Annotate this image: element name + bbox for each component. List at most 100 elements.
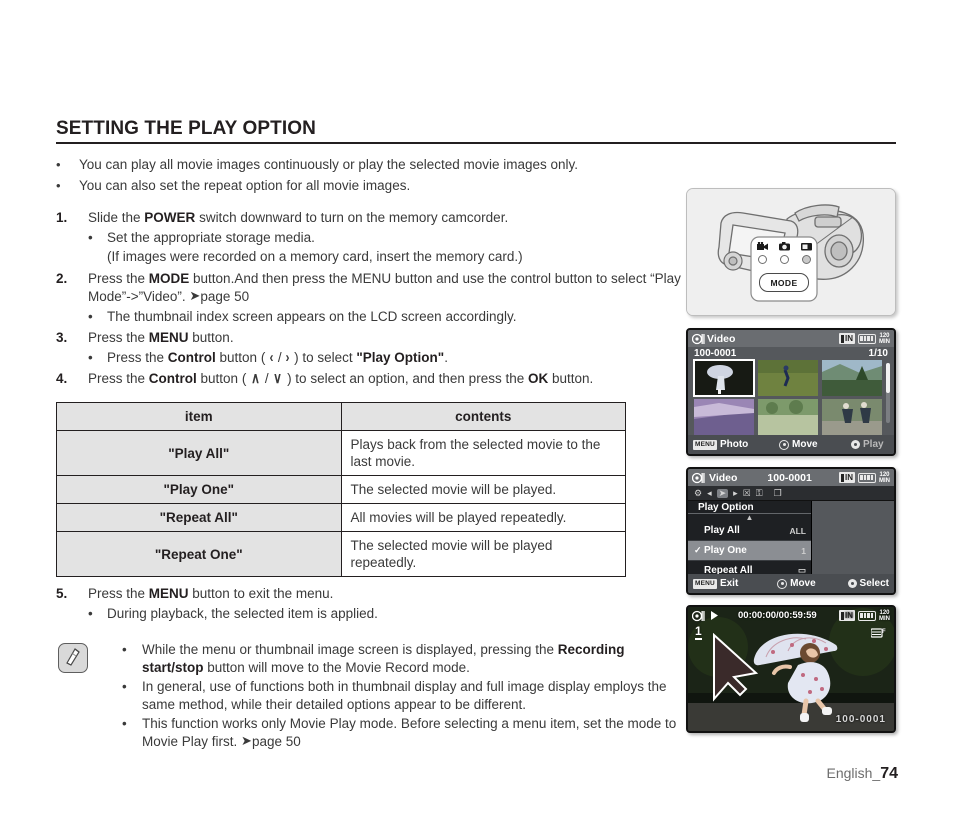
bullet-dot: • <box>122 642 127 657</box>
video-mode-icon <box>692 472 705 483</box>
mode-icon-row <box>751 242 817 251</box>
storage-in-icon: IN <box>839 472 855 483</box>
prev-arrow-icon[interactable]: ◂ <box>707 488 712 498</box>
ok-button-icon <box>847 579 857 588</box>
substep: • The thumbnail index screen appears on … <box>88 308 681 326</box>
ok-button-icon <box>851 440 860 449</box>
thumbnail-item[interactable] <box>694 399 754 435</box>
bullet-dot: • <box>56 178 61 193</box>
thumbnail-item[interactable] <box>693 359 755 397</box>
mode-button[interactable]: MODE <box>759 273 809 292</box>
next-arrow-icon[interactable]: ▸ <box>733 488 738 498</box>
scroll-up-caret-icon[interactable]: ▲ <box>688 514 811 522</box>
menu-item-play-one[interactable]: ✓ Play One 1 <box>688 541 811 561</box>
led-play <box>801 255 811 264</box>
step-text-part: Press the <box>88 271 149 286</box>
play-one-icon: 1 <box>801 545 806 556</box>
ok-keyword: OK <box>527 371 549 386</box>
step-3-substeps: • Press the Control button ( ‹ / › ) to … <box>88 349 681 367</box>
step-text-part: switch downward to turn on the memory ca… <box>195 210 509 225</box>
table-cell-contents: All movies will be played repeatedly. <box>340 503 626 532</box>
bottom-exit-action[interactable]: MENU Exit <box>693 578 777 589</box>
bullet-spacer <box>88 248 107 266</box>
menu-item-play-all[interactable]: Play All ALL <box>688 521 811 541</box>
slash-separator: / <box>261 371 273 386</box>
table-row: "Repeat One" The selected movie will be … <box>56 531 626 577</box>
lcd-playback-screen: 00:00:00/00:59:59 IN 120 MIN 1 F 100-000… <box>686 605 896 733</box>
play-option-menu-list: Play Option ▲ Play All ALL ✓ Play One 1 … <box>688 501 812 589</box>
power-keyword: POWER <box>144 210 196 225</box>
note-text-part: button will move to the Movie Record mod… <box>203 660 470 675</box>
thumbnail-scrollbar-thumb[interactable] <box>886 363 890 393</box>
list-item: • You can also set the repeat option for… <box>56 177 681 194</box>
menu-keyword: MENU <box>148 586 189 601</box>
storage-in-icon: IN <box>839 333 855 344</box>
step-text-part: ) to select an option, and then press th… <box>283 371 528 386</box>
menu-preview-pane <box>812 501 894 574</box>
lcd-thumbnail-screen: Video IN 120 MIN 100-0001 1/10 MENU Phot… <box>686 328 896 456</box>
checkmark-icon: ✓ <box>694 545 702 555</box>
bottom-select-action[interactable]: Select <box>847 578 889 589</box>
menu-item-label: Play One <box>704 545 747 556</box>
led-movie <box>757 255 767 264</box>
step-5-substeps: • During playback, the selected item is … <box>88 605 681 623</box>
manual-page: SETTING THE PLAY OPTION • You can play a… <box>0 0 954 825</box>
battery-icon <box>858 610 876 621</box>
column-header-contents: contents <box>340 402 626 431</box>
menu-keyword: MENU <box>148 330 189 345</box>
page-footer: English_74 <box>827 765 899 783</box>
note-pencil-icon <box>58 643 88 673</box>
play-triangle-icon <box>711 611 718 620</box>
play-option-icon[interactable]: ➤ <box>716 488 729 498</box>
play-screen-icon <box>800 243 812 251</box>
battery-icon <box>858 472 876 483</box>
remaining-minutes: 120 MIN <box>879 332 890 345</box>
right-arrow-icon: › <box>285 349 290 366</box>
substep: (If images were recorded on a memory car… <box>88 248 681 266</box>
folder-label: 100-0001 <box>694 348 737 359</box>
status-icons: IN 120 MIN <box>839 333 890 345</box>
video-mode-icon <box>692 333 705 344</box>
lcd-bottom-bar: MENU Exit Move Select <box>688 574 894 593</box>
intro-bullet-text: You can also set the repeat option for a… <box>79 178 411 193</box>
status-icons: IN 120 MIN <box>839 610 890 622</box>
play-option-table: item contents "Play All" Plays back from… <box>56 402 626 577</box>
lcd-menu-screen: Video 100-0001 IN 120 MIN ⚙ ◂ ➤ ▸ ☒ ⚿ ❐ … <box>686 467 896 595</box>
substep-text-part: Press the <box>107 350 168 365</box>
bullet-dot: • <box>88 230 93 245</box>
delete-trash-icon[interactable]: ☒ <box>743 488 751 498</box>
joystick-icon <box>779 439 789 450</box>
bullet-dot: • <box>122 716 127 731</box>
footer-language: English_ <box>826 765 881 781</box>
page-counter: 1/10 <box>868 348 888 359</box>
settings-gear-icon[interactable]: ⚙ <box>694 488 702 498</box>
play-option-keyword: "Play Option" <box>356 350 445 365</box>
note-text-part: This function works only Movie Play mode… <box>142 716 677 749</box>
step-1: 1. Slide the POWER switch downward to tu… <box>56 209 681 227</box>
thumbnail-item[interactable] <box>758 399 818 435</box>
remaining-minutes: 120 MIN <box>879 609 890 622</box>
step-number: 4. <box>56 371 68 386</box>
bottom-move-action[interactable]: Move <box>777 578 847 589</box>
bottom-play-action[interactable]: Play <box>851 439 889 450</box>
thumbnail-item[interactable] <box>822 360 882 396</box>
bullet-dot: • <box>88 309 93 324</box>
bottom-move-label: Move <box>790 578 816 589</box>
clip-number: 1 <box>695 624 702 640</box>
note-text-part: While the menu or thumbnail image screen… <box>142 642 558 657</box>
protect-lock-icon[interactable]: ⚿ <box>756 488 763 498</box>
playback-status-bar: 00:00:00/00:59:59 IN 120 MIN <box>688 607 894 624</box>
thumbnail-item[interactable] <box>758 360 818 396</box>
status-icons: IN 120 MIN <box>839 472 890 484</box>
timecode: 00:00:00/00:59:59 <box>738 610 817 621</box>
thumbnail-item[interactable] <box>822 399 882 435</box>
note-text: This function works only Movie Play mode… <box>142 715 681 751</box>
table-row: "Play All" Plays back from the selected … <box>56 430 626 476</box>
movie-camera-icon <box>756 242 768 250</box>
play-all-icon: ALL <box>789 525 806 536</box>
step-text-part: Press the <box>88 586 149 601</box>
copy-files-icon[interactable]: ❐ <box>774 488 782 498</box>
bottom-menu-action[interactable]: MENU Photo <box>693 439 779 450</box>
control-keyword: Control <box>167 350 216 365</box>
bottom-move-action[interactable]: Move <box>779 439 851 450</box>
